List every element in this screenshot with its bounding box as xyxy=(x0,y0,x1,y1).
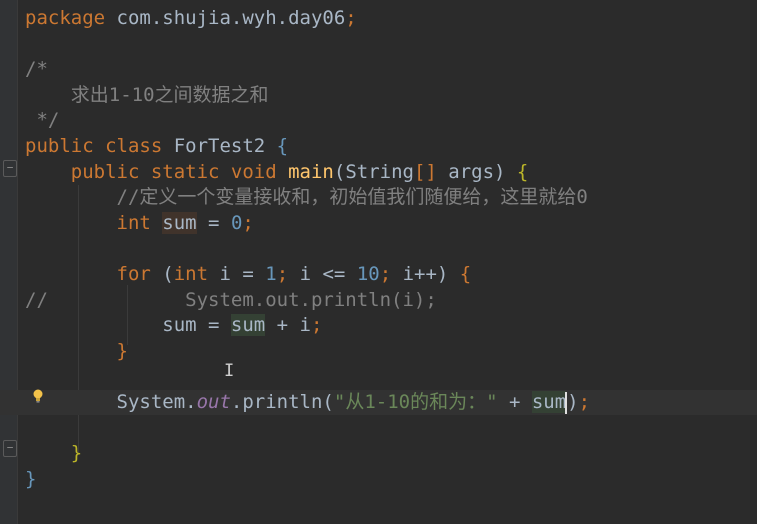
code-line[interactable]: } xyxy=(0,339,757,364)
code-token: (String xyxy=(333,160,414,183)
code-line-text: System.out.println("从1-10的和为：" + sum); xyxy=(25,390,590,415)
code-token: ; xyxy=(578,391,591,413)
code-token: 0 xyxy=(230,211,243,234)
code-token: 10 xyxy=(356,263,380,285)
code-line[interactable]: //定义一个变量接收和，初始值我们随便给，这里就给0 xyxy=(0,185,757,210)
code-token: } xyxy=(25,442,83,465)
code-token: { xyxy=(459,263,472,285)
code-token: ; xyxy=(379,263,403,285)
code-token: com.shujia.wyh.day06 xyxy=(105,7,346,29)
code-token: } xyxy=(25,467,37,490)
code-token: 1 xyxy=(265,263,277,285)
code-line-text: } xyxy=(25,441,82,466)
code-token: .println( xyxy=(230,391,334,413)
code-line-text: */ xyxy=(25,108,59,133)
code-line[interactable] xyxy=(0,32,757,57)
code-token: "从1-10的和为：" xyxy=(333,391,509,413)
code-token: = xyxy=(196,211,231,234)
code-line[interactable]: // System.out.println(i); xyxy=(0,288,757,313)
code-token: ( xyxy=(162,263,174,285)
code-token: sum = xyxy=(25,314,231,337)
code-line[interactable]: System.out.println("从1-10的和为：" + sum); xyxy=(0,390,757,415)
code-token: ForTest2 xyxy=(173,135,277,157)
lightbulb-icon[interactable] xyxy=(32,389,44,403)
code-line[interactable]: package com.shujia.wyh.day06; xyxy=(0,6,757,31)
code-token: main xyxy=(288,160,334,183)
code-line[interactable]: for (int i = 1; i <= 10; i++) { xyxy=(0,262,757,287)
code-token: ; xyxy=(276,263,300,285)
code-line[interactable]: sum = sum + i; xyxy=(0,313,757,338)
code-line-text: } xyxy=(25,467,36,492)
code-token: /* xyxy=(25,58,48,81)
code-line-text: package com.shujia.wyh.day06; xyxy=(25,6,357,31)
code-line-text: } xyxy=(25,339,128,364)
code-token: ) xyxy=(567,391,579,413)
code-line[interactable] xyxy=(0,364,757,389)
code-token: ; xyxy=(345,7,357,29)
code-token: 求出1-10之间数据之和 xyxy=(25,83,269,106)
code-line-text: //定义一个变量接收和，初始值我们随便给，这里就给0 xyxy=(25,185,588,210)
code-line[interactable] xyxy=(0,416,757,441)
code-token: public static void xyxy=(25,160,289,183)
code-line-text: public static void main(String[] args) { xyxy=(25,160,529,185)
code-line[interactable]: */ xyxy=(0,108,757,133)
code-token: */ xyxy=(25,109,60,132)
code-token: // System.out.println(i); xyxy=(25,288,437,311)
code-token: i = xyxy=(219,263,266,285)
code-token: public class xyxy=(25,135,174,157)
code-token: args) xyxy=(448,160,517,183)
code-token: i <= xyxy=(299,263,357,285)
code-line-text: 求出1-10之间数据之和 xyxy=(25,83,269,108)
code-line[interactable]: int sum = 0; xyxy=(0,211,757,236)
code-token: ; xyxy=(242,211,254,234)
code-token: } xyxy=(25,339,128,362)
code-token: + i xyxy=(265,314,311,337)
code-token: sum xyxy=(230,314,266,337)
code-line[interactable]: public static void main(String[] args) { xyxy=(0,160,757,185)
code-line-text: sum = sum + i; xyxy=(25,313,322,338)
code-line-text: int sum = 0; xyxy=(25,211,254,236)
code-token: { xyxy=(516,160,529,183)
code-line[interactable]: public class ForTest2 { xyxy=(0,134,757,159)
code-token: int xyxy=(173,263,220,285)
code-token: for xyxy=(25,263,163,285)
code-token: package xyxy=(25,7,106,29)
code-token: int xyxy=(25,211,163,234)
code-line[interactable]: } xyxy=(0,467,757,492)
code-line-text: // System.out.println(i); xyxy=(25,288,437,313)
code-line[interactable]: } xyxy=(0,441,757,466)
code-token: ; xyxy=(311,314,323,337)
code-line-text: for (int i = 1; i <= 10; i++) { xyxy=(25,262,472,287)
code-token: { xyxy=(276,135,289,157)
code-line-text: /* xyxy=(25,57,48,82)
code-token: //定义一个变量接收和，初始值我们随便给，这里就给0 xyxy=(25,186,588,209)
code-token: sum xyxy=(531,391,567,413)
text-cursor-icon: I xyxy=(224,361,235,381)
code-line[interactable]: /* xyxy=(0,57,757,82)
code-token: System. xyxy=(25,391,197,413)
code-token: [] xyxy=(413,160,449,183)
code-token: + xyxy=(508,391,532,413)
code-line[interactable] xyxy=(0,236,757,261)
code-token: i++) xyxy=(402,263,460,285)
code-editor[interactable]: − − package com.shujia.wyh.day06;/* 求出1-… xyxy=(0,0,757,524)
code-line-text: public class ForTest2 { xyxy=(25,134,288,159)
code-line[interactable]: 求出1-10之间数据之和 xyxy=(0,83,757,108)
code-token: out xyxy=(196,391,231,413)
code-token: sum xyxy=(162,211,197,234)
